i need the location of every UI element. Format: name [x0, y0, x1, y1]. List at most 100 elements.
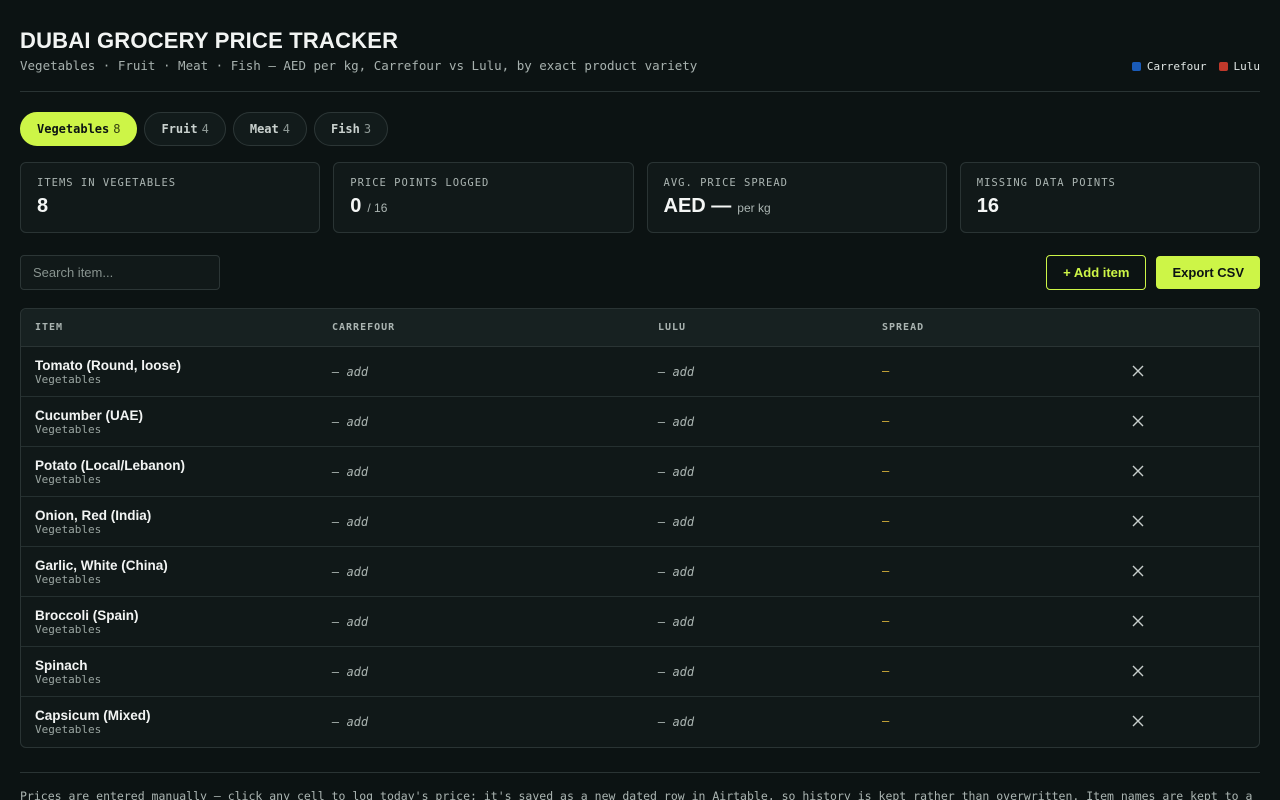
table-body: Tomato (Round, loose) Vegetables — add —… [21, 347, 1259, 747]
page-subtitle: Vegetables · Fruit · Meat · Fish — AED p… [20, 58, 698, 73]
close-icon[interactable] [1131, 514, 1145, 528]
column-header-carrefour: CARREFOUR [332, 322, 396, 333]
stat-label: AVG. PRICE SPREAD [663, 177, 788, 189]
search-input[interactable] [20, 255, 220, 290]
tab-vegetables[interactable]: Vegetables 8 [20, 112, 138, 146]
item-category: Vegetables [35, 673, 102, 686]
item-name: Potato (Local/Lebanon) [35, 458, 185, 473]
table-row: Garlic, White (China) Vegetables — add —… [21, 547, 1259, 597]
item-category: Vegetables [35, 573, 102, 586]
stat-card-price-points: PRICE POINTS LOGGED 0 / 16 [333, 162, 634, 233]
legend-swatch [1218, 62, 1228, 71]
price-table: ITEM CARREFOUR LULU SPREAD Tomato (Round… [20, 308, 1260, 748]
stat-value: 0 [350, 195, 362, 217]
spread-value: — [882, 614, 890, 628]
tab-count: 3 [363, 122, 372, 136]
close-icon[interactable] [1131, 464, 1145, 478]
tab-fruit[interactable]: Fruit 4 [144, 112, 226, 146]
carrefour-price-cell[interactable]: — add [332, 515, 368, 529]
item-name: Capsicum (Mixed) [35, 708, 151, 723]
stat-label: MISSING DATA POINTS [976, 177, 1116, 189]
close-icon[interactable] [1131, 564, 1145, 578]
close-icon[interactable] [1131, 614, 1145, 628]
carrefour-price-cell[interactable]: — add [332, 465, 368, 479]
legend-item-carrefour: Carrefour [1131, 60, 1207, 73]
stat-card-avg-spread: AVG. PRICE SPREAD AED — per kg [646, 162, 947, 233]
stat-label: PRICE POINTS LOGGED [350, 177, 490, 189]
carrefour-price-cell[interactable]: — add [332, 665, 368, 679]
category-tabs: Vegetables 8 Fruit 4 Meat 4 Fish 3 [20, 112, 389, 146]
tab-fish[interactable]: Fish 3 [313, 112, 389, 146]
spread-value: — [882, 714, 890, 728]
spread-value: — [882, 564, 890, 578]
tab-label: Vegetables [37, 122, 110, 136]
stat-value: 16 [976, 195, 999, 217]
tab-label: Fruit [161, 122, 198, 136]
carrefour-price-cell[interactable]: — add [332, 715, 368, 729]
table-row: Cucumber (UAE) Vegetables — add — add — [21, 397, 1259, 447]
column-header-spread: SPREAD [882, 322, 925, 333]
item-name: Garlic, White (China) [35, 558, 168, 573]
footnote: Prices are entered manually — click any … [20, 789, 1253, 800]
carrefour-price-cell[interactable]: — add [332, 615, 368, 629]
spread-value: — [882, 664, 890, 678]
spread-value: — [882, 514, 890, 528]
item-category: Vegetables [35, 373, 102, 386]
column-header-item: ITEM [35, 322, 64, 333]
legend-swatch [1131, 62, 1141, 71]
item-category: Vegetables [35, 623, 102, 636]
add-item-button[interactable]: + Add item [1046, 255, 1147, 290]
page-title: DUBAI GROCERY PRICE TRACKER [20, 28, 399, 53]
table-row: Spinach Vegetables — add — add — [21, 647, 1259, 697]
tab-label: Fish [330, 122, 360, 136]
lulu-price-cell[interactable]: — add [658, 715, 694, 729]
tab-count: 4 [282, 122, 290, 136]
stat-value: AED — [663, 195, 732, 217]
carrefour-price-cell[interactable]: — add [332, 415, 368, 429]
lulu-price-cell[interactable]: — add [658, 415, 694, 429]
item-name: Tomato (Round, loose) [35, 358, 181, 373]
stat-value-row: 16 [977, 195, 1243, 218]
stat-value-row: 0 / 16 [350, 195, 616, 218]
item-name: Cucumber (UAE) [35, 408, 144, 423]
tab-label: Meat [249, 122, 279, 136]
close-icon[interactable] [1131, 714, 1145, 728]
stat-suffix: per kg [737, 201, 771, 215]
lulu-price-cell[interactable]: — add [658, 365, 694, 379]
stat-value-row: AED — per kg [664, 195, 930, 218]
table-row: Onion, Red (India) Vegetables — add — ad… [21, 497, 1259, 547]
spread-value: — [882, 414, 890, 428]
toolbar-actions: + Add item Export CSV [1046, 255, 1260, 290]
item-name: Spinach [35, 658, 88, 673]
spread-value: — [882, 364, 890, 378]
carrefour-price-cell[interactable]: — add [332, 365, 368, 379]
item-name: Broccoli (Spain) [35, 608, 139, 623]
item-name: Onion, Red (India) [35, 508, 152, 523]
lulu-price-cell[interactable]: — add [658, 565, 694, 579]
table-row: Tomato (Round, loose) Vegetables — add —… [21, 347, 1259, 397]
item-category: Vegetables [35, 523, 102, 536]
lulu-price-cell[interactable]: — add [658, 515, 694, 529]
stat-value: 8 [37, 195, 49, 217]
close-icon[interactable] [1131, 414, 1145, 428]
close-icon[interactable] [1131, 364, 1145, 378]
lulu-price-cell[interactable]: — add [658, 615, 694, 629]
close-icon[interactable] [1131, 664, 1145, 678]
tab-count: 8 [113, 122, 121, 136]
export-csv-button[interactable]: Export CSV [1156, 256, 1260, 289]
legend-item-lulu: Lulu [1218, 60, 1260, 73]
lulu-price-cell[interactable]: — add [658, 465, 694, 479]
table-row: Potato (Local/Lebanon) Vegetables — add … [21, 447, 1259, 497]
table-header: ITEM CARREFOUR LULU SPREAD [21, 309, 1259, 347]
stat-suffix: / 16 [367, 201, 388, 215]
tab-meat[interactable]: Meat 4 [232, 112, 307, 146]
app: DUBAI GROCERY PRICE TRACKER Vegetables ·… [20, 0, 1260, 800]
stat-value-row: 8 [37, 195, 303, 218]
spread-value: — [882, 464, 890, 478]
footer-divider [20, 772, 1260, 773]
lulu-price-cell[interactable]: — add [658, 665, 694, 679]
stat-card-items: ITEMS IN VEGETABLES 8 [20, 162, 321, 233]
stat-label: ITEMS IN VEGETABLES [37, 177, 177, 189]
item-category: Vegetables [35, 473, 102, 486]
carrefour-price-cell[interactable]: — add [332, 565, 368, 579]
